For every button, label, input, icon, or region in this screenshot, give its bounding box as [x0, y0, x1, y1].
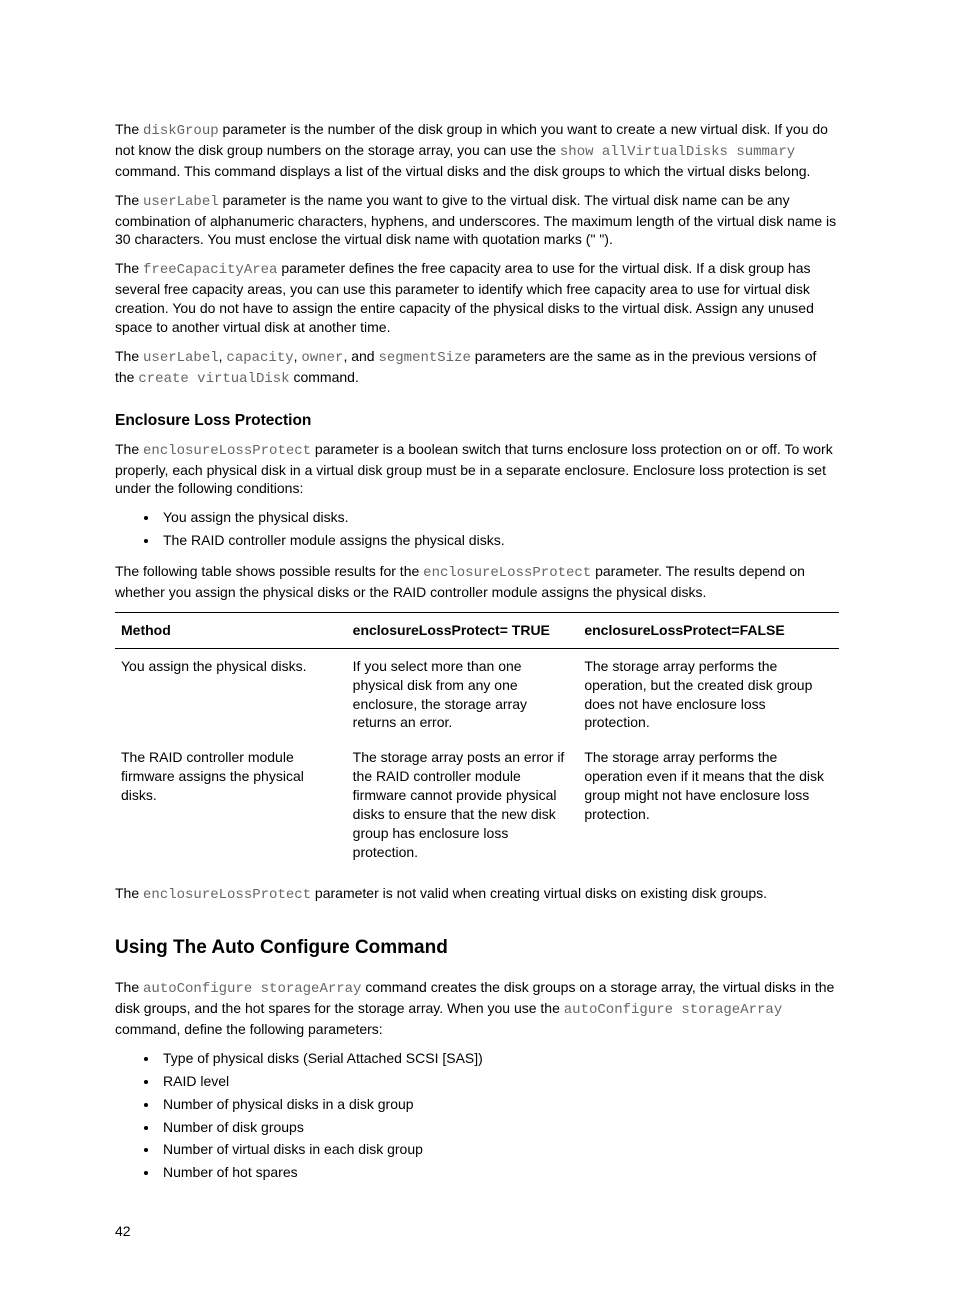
text: The	[115, 348, 143, 364]
table-cell: If you select more than one physical dis…	[347, 648, 579, 740]
text: The	[115, 192, 143, 208]
list-item: Type of physical disks (Serial Attached …	[159, 1049, 839, 1068]
table-header: enclosureLossProtect= TRUE	[347, 612, 579, 648]
table-row: You assign the physical disks. If you se…	[115, 648, 839, 740]
code: create virtualDisk	[138, 371, 289, 387]
table-cell: You assign the physical disks.	[115, 648, 347, 740]
list-item: RAID level	[159, 1072, 839, 1091]
code: enclosureLossProtect	[143, 443, 311, 459]
table-header: enclosureLossProtect=FALSE	[578, 612, 839, 648]
page-content: The diskGroup parameter is the number of…	[0, 0, 954, 1301]
code: owner	[301, 350, 343, 366]
code: diskGroup	[143, 123, 219, 139]
heading-auto-configure: Using The Auto Configure Command	[115, 935, 839, 961]
text: command, define the following parameters…	[115, 1021, 383, 1037]
code: enclosureLossProtect	[143, 887, 311, 903]
list-item: Number of physical disks in a disk group	[159, 1095, 839, 1114]
text: The	[115, 979, 143, 995]
paragraph: The userLabel, capacity, owner, and segm…	[115, 347, 839, 389]
table-row: The RAID controller module firmware assi…	[115, 740, 839, 869]
heading-enclosure-loss-protection: Enclosure Loss Protection	[115, 411, 839, 432]
code: userLabel	[143, 194, 219, 210]
text: parameter is the name you want to give t…	[115, 192, 836, 248]
text: The	[115, 260, 143, 276]
text: The	[115, 885, 143, 901]
code: show allVirtualDisks summary	[560, 144, 795, 160]
parameters-list: Type of physical disks (Serial Attached …	[115, 1049, 839, 1182]
list-item: The RAID controller module assigns the p…	[159, 531, 839, 550]
text: The	[115, 121, 143, 137]
code: segmentSize	[378, 350, 470, 366]
table-header: Method	[115, 612, 347, 648]
paragraph: The autoConfigure storageArray command c…	[115, 978, 839, 1039]
text: The	[115, 441, 143, 457]
code: freeCapacityArea	[143, 262, 277, 278]
list-item: You assign the physical disks.	[159, 508, 839, 527]
enclosure-loss-protect-table: Method enclosureLossProtect= TRUE enclos…	[115, 612, 839, 870]
paragraph: The userLabel parameter is the name you …	[115, 191, 839, 250]
code: capacity	[226, 350, 293, 366]
text: The following table shows possible resul…	[115, 563, 423, 579]
list-item: Number of hot spares	[159, 1163, 839, 1182]
conditions-list: You assign the physical disks. The RAID …	[115, 508, 839, 550]
list-item: Number of disk groups	[159, 1118, 839, 1137]
paragraph: The following table shows possible resul…	[115, 562, 839, 602]
paragraph: The enclosureLossProtect parameter is no…	[115, 884, 839, 905]
code: enclosureLossProtect	[423, 565, 591, 581]
page-number: 42	[115, 1222, 839, 1241]
code: autoConfigure storageArray	[564, 1002, 782, 1018]
text: parameter is not valid when creating vir…	[311, 885, 767, 901]
text: , and	[343, 348, 378, 364]
table-cell: The storage array performs the operation…	[578, 740, 839, 869]
table-cell: The RAID controller module firmware assi…	[115, 740, 347, 869]
list-item: Number of virtual disks in each disk gro…	[159, 1140, 839, 1159]
table-cell: The storage array performs the operation…	[578, 648, 839, 740]
paragraph: The enclosureLossProtect parameter is a …	[115, 440, 839, 499]
table-cell: The storage array posts an error if the …	[347, 740, 579, 869]
text: command.	[290, 369, 359, 385]
paragraph: The freeCapacityArea parameter defines t…	[115, 259, 839, 337]
text: command. This command displays a list of…	[115, 163, 810, 179]
code: userLabel	[143, 350, 219, 366]
code: autoConfigure storageArray	[143, 981, 361, 997]
paragraph: The diskGroup parameter is the number of…	[115, 120, 839, 181]
table-header-row: Method enclosureLossProtect= TRUE enclos…	[115, 612, 839, 648]
